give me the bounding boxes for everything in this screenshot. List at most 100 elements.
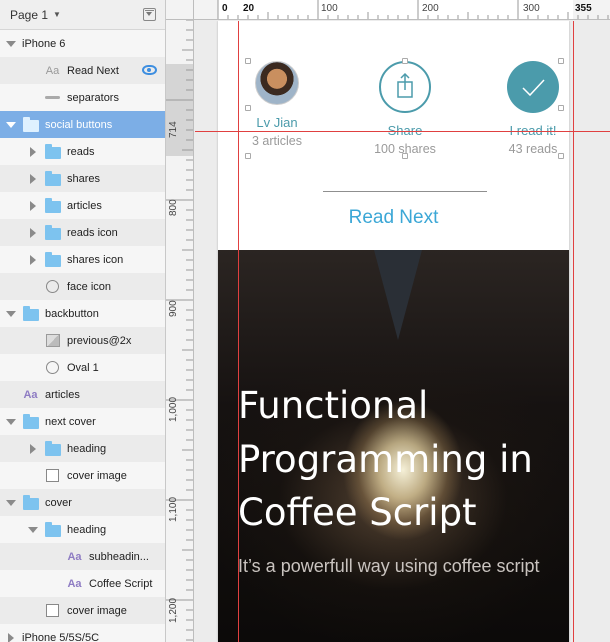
layer-label: cover image [67,469,127,482]
line-icon [44,91,61,105]
ruler-label: 0 [222,3,228,14]
layer-row[interactable]: Aa subheadin... [0,543,165,570]
disclosure-collapsed-icon[interactable] [28,255,38,265]
selection-handle[interactable] [558,153,564,159]
layer-row[interactable]: shares [0,165,165,192]
page-selector[interactable]: Page 1 ▼ [0,0,165,30]
layer-row[interactable]: shares icon [0,246,165,273]
layer-label: cover [45,496,72,509]
cover-subheading: It’s a powerfull way using coffee script [238,556,540,576]
layer-label: subheadin... [89,550,149,563]
selection-handle[interactable] [558,58,564,64]
layer-row[interactable]: iPhone 6 [0,30,165,57]
layer-row[interactable]: articles [0,192,165,219]
social-author[interactable]: Lv Jian 3 articles [218,61,336,148]
layer-row[interactable]: Aa Read Next [0,57,165,84]
disclosure-collapsed-icon[interactable] [28,147,38,157]
canvas[interactable]: Lv Jian 3 articles Share 100 shares I re… [195,21,610,642]
layer-row[interactable]: cover image [0,597,165,624]
share-icon[interactable] [379,61,431,113]
selection-handle[interactable] [245,105,251,111]
read-next-link[interactable]: Read Next [218,207,569,229]
text-layer-icon: Aa [66,550,83,564]
vertical-ruler[interactable]: 714 800 900 1,000 1,100 1,200 [166,20,194,642]
layer-row[interactable]: Aa Coffee Script [0,570,165,597]
disclosure-collapsed-icon[interactable] [6,633,16,642]
ruler-label: 800 [168,199,179,216]
artboard-iphone-6[interactable]: Lv Jian 3 articles Share 100 shares I re… [218,21,569,642]
selection-handle[interactable] [558,105,564,111]
layer-row[interactable]: reads icon [0,219,165,246]
disclosure-expanded-icon[interactable] [6,419,16,425]
layer-row[interactable]: Oval 1 [0,354,165,381]
text-layer-icon-shape: Aa [45,64,60,77]
folder-icon-shape [22,494,39,510]
sketch-window: Page 1 ▼ iPhone 6 Aa Read Next separators so… [0,0,610,642]
layer-label: iPhone 5/5S/5C [22,631,100,642]
layer-row[interactable]: social buttons [0,111,165,138]
layer-row[interactable]: separators [0,84,165,111]
folder-icon [22,116,39,132]
disclosure-collapsed-icon[interactable] [28,444,38,454]
layer-row[interactable]: backbutton [0,300,165,327]
layer-label: Read Next [67,64,119,77]
selection-handle[interactable] [245,58,251,64]
disclosure-collapsed-icon[interactable] [28,174,38,184]
horizontal-ruler[interactable]: 0 20 100 200 300 355 [166,0,610,20]
guide-vertical[interactable] [238,21,239,642]
disclosure-expanded-icon[interactable] [6,311,16,317]
ruler-label: 100 [321,3,338,14]
oval-icon-shape [46,361,59,374]
selection-handle[interactable] [245,153,251,159]
guide-horizontal[interactable] [195,131,610,132]
check-icon[interactable] [507,61,559,113]
ruler-label: 714 [168,121,179,138]
folder-icon-shape [44,143,61,159]
articles-count: 3 articles [251,134,303,148]
layer-row[interactable]: next cover [0,408,165,435]
layer-row[interactable]: previous@2x [0,327,165,354]
layer-label: social buttons [45,118,113,131]
disclosure-expanded-icon[interactable] [6,41,16,47]
selection-handle[interactable] [402,58,408,64]
social-share[interactable]: Share 100 shares [346,61,464,156]
folder-icon [44,224,61,240]
text-layer-icon: Aa [44,64,61,78]
folder-icon-shape [44,440,61,456]
disclosure-collapsed-icon[interactable] [28,201,38,211]
layer-row[interactable]: reads [0,138,165,165]
page-label: Page 1 [10,7,49,22]
layer-row[interactable]: cover image [0,462,165,489]
disclosure-collapsed-icon[interactable] [28,228,38,238]
ruler-label: 1,000 [168,396,179,422]
guide-vertical[interactable] [573,21,574,642]
layer-row[interactable]: Aa articles [0,381,165,408]
folder-icon-shape [22,305,39,321]
text-layer-icon: Aa [66,577,83,591]
separator-line [323,191,487,192]
ruler-label: 900 [168,300,179,317]
selection-handle[interactable] [402,153,408,159]
layer-row[interactable]: cover [0,489,165,516]
layer-row[interactable]: heading [0,516,165,543]
layer-row[interactable]: iPhone 5/5S/5C [0,624,165,642]
disclosure-expanded-icon[interactable] [6,122,16,128]
social-read[interactable]: I read it! 43 reads [474,61,569,156]
folder-icon [44,197,61,213]
cover-image[interactable]: Functional Programming in Coffee Script … [218,250,569,642]
layers-panel: Page 1 ▼ iPhone 6 Aa Read Next separators so… [0,0,166,642]
folder-icon [22,494,39,510]
ruler-label: 1,100 [168,496,179,522]
eye-icon[interactable] [142,65,157,75]
ruler-corner [166,0,194,20]
folder-icon-shape [44,170,61,186]
ruler-label: 1,200 [168,597,179,623]
rectangle-icon [44,604,61,618]
collapse-pages-icon[interactable] [143,8,156,21]
disclosure-expanded-icon[interactable] [6,500,16,506]
layer-row[interactable]: face icon [0,273,165,300]
layer-label: backbutton [45,307,99,320]
disclosure-expanded-icon[interactable] [28,527,38,533]
dropdown-caret-icon: ▼ [53,10,61,19]
layer-row[interactable]: heading [0,435,165,462]
